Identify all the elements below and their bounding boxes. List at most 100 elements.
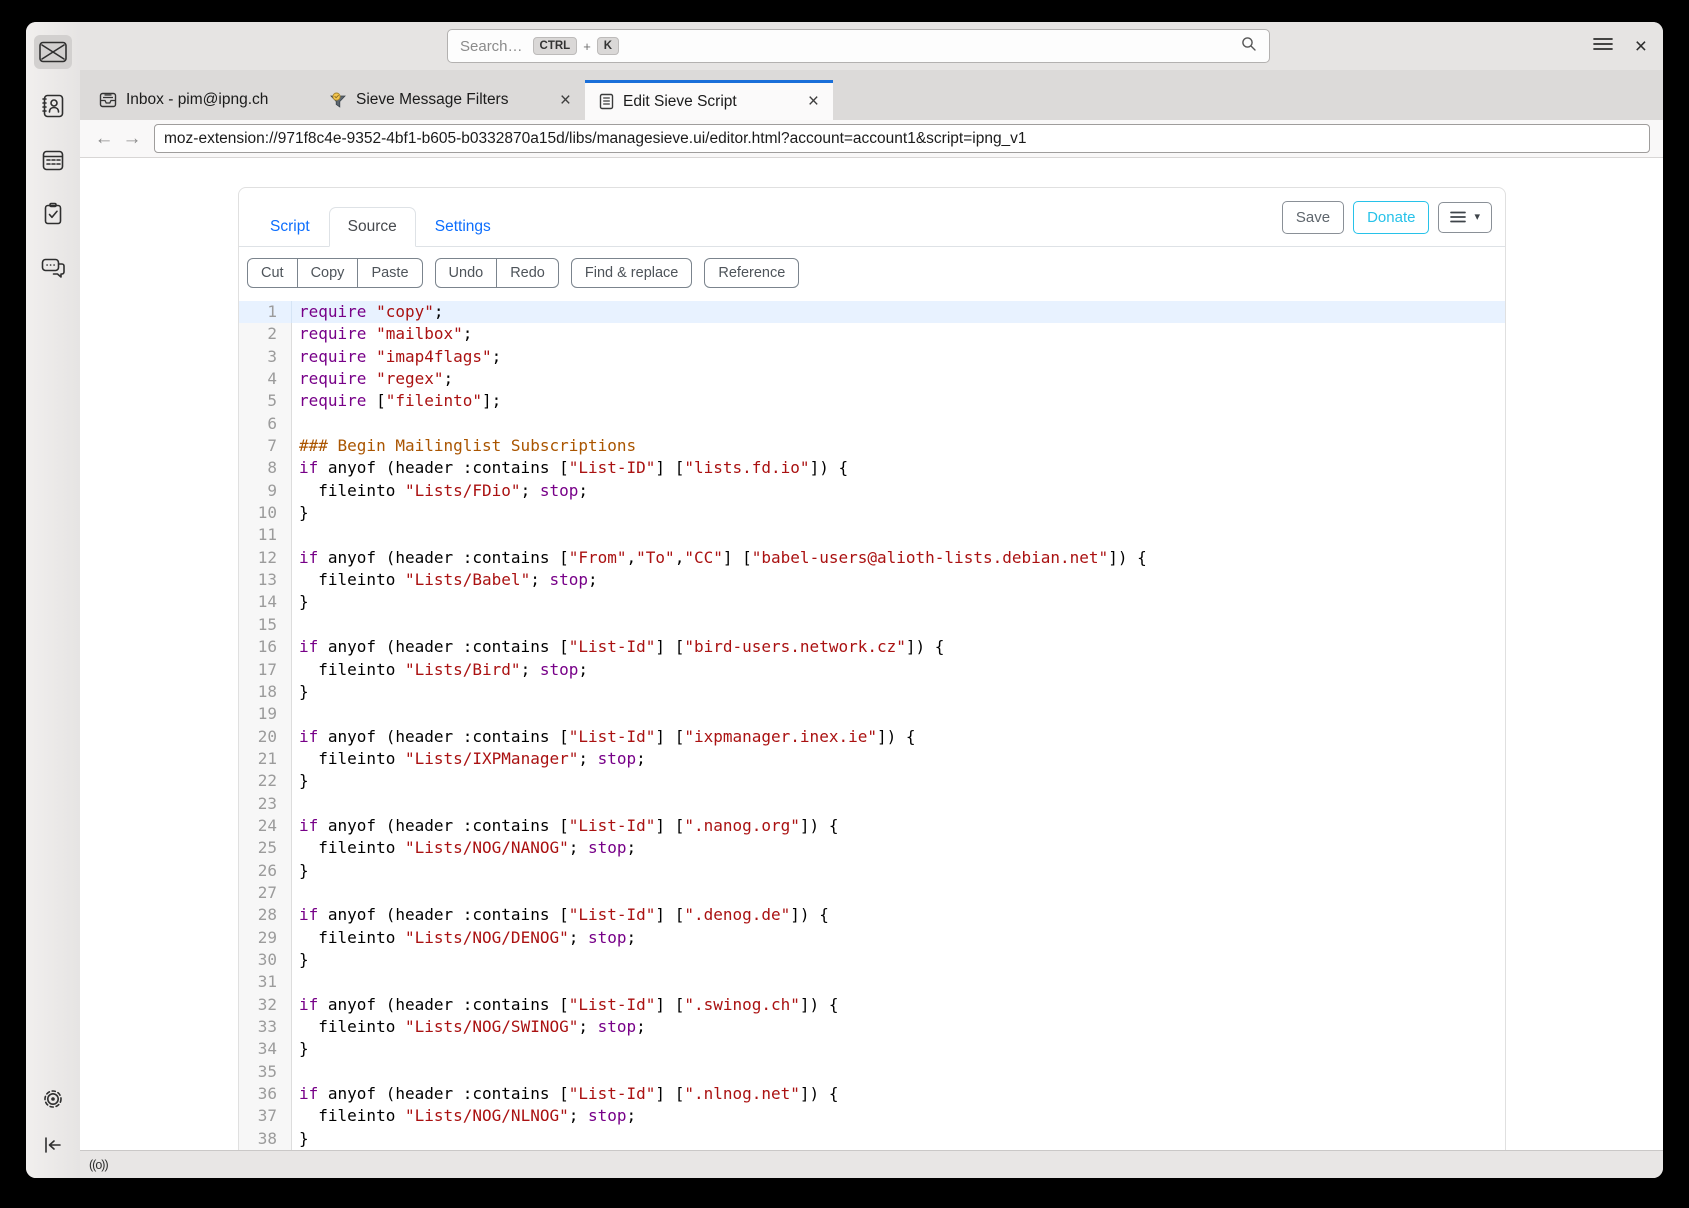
code-line[interactable]: 15 [239, 614, 1505, 636]
code-line[interactable]: 8if anyof (header :contains ["List-ID"] … [239, 457, 1505, 479]
line-number: 17 [239, 659, 292, 681]
code-line[interactable]: 21 fileinto "Lists/IXPManager"; stop; [239, 748, 1505, 770]
code-line[interactable]: 27 [239, 882, 1505, 904]
editor-menu-button[interactable]: ▾ [1438, 202, 1492, 233]
line-number: 33 [239, 1016, 292, 1038]
code-line[interactable]: 4require "regex"; [239, 368, 1505, 390]
code-line[interactable]: 30} [239, 949, 1505, 971]
line-number: 28 [239, 904, 292, 926]
code-text: require "imap4flags"; [292, 346, 501, 368]
tab-close-button[interactable]: × [808, 92, 819, 111]
line-number: 20 [239, 726, 292, 748]
line-number: 26 [239, 860, 292, 882]
code-line[interactable]: 17 fileinto "Lists/Bird"; stop; [239, 659, 1505, 681]
space-calendar-button[interactable] [34, 143, 72, 177]
copy-button[interactable]: Copy [298, 258, 359, 288]
code-editor[interactable]: 1require "copy";2require "mailbox";3requ… [239, 298, 1505, 1150]
status-bar: ((o)) [80, 1150, 1663, 1178]
code-line[interactable]: 7### Begin Mailinglist Subscriptions [239, 435, 1505, 457]
code-line[interactable]: 32if anyof (header :contains ["List-Id"]… [239, 994, 1505, 1016]
code-line[interactable]: 26} [239, 860, 1505, 882]
k-keycap: K [597, 37, 619, 56]
save-button[interactable]: Save [1282, 201, 1344, 234]
address-book-icon [40, 93, 66, 119]
redo-button[interactable]: Redo [497, 258, 559, 288]
calendar-icon [40, 147, 66, 173]
forward-button[interactable]: → [118, 128, 146, 150]
code-line[interactable]: 24if anyof (header :contains ["List-Id"]… [239, 815, 1505, 837]
editor-nav-tabs: Script Source Settings [251, 207, 510, 247]
code-line[interactable]: 5require ["fileinto"]; [239, 390, 1505, 412]
space-chat-button[interactable] [34, 251, 72, 285]
ctrl-keycap: CTRL [533, 37, 578, 56]
undo-button[interactable]: Undo [435, 258, 498, 288]
line-number: 37 [239, 1105, 292, 1127]
code-line[interactable]: 19 [239, 703, 1505, 725]
tab-sieve-filters[interactable]: Sieve Message Filters × [315, 80, 585, 120]
space-addressbook-button[interactable] [34, 89, 72, 123]
window-close-button[interactable]: × [1635, 36, 1647, 57]
tab-edit-sieve-script[interactable]: Edit Sieve Script × [585, 80, 833, 120]
tab-source[interactable]: Source [329, 207, 416, 247]
code-line[interactable]: 29 fileinto "Lists/NOG/DENOG"; stop; [239, 927, 1505, 949]
code-line[interactable]: 6 [239, 413, 1505, 435]
url-input[interactable]: moz-extension://971f8c4e-9352-4bf1-b605-… [154, 124, 1650, 153]
gear-icon [40, 1086, 66, 1112]
space-mail-button[interactable] [34, 35, 72, 69]
line-number: 16 [239, 636, 292, 658]
donate-button[interactable]: Donate [1353, 201, 1429, 234]
document-icon [599, 93, 614, 110]
code-line[interactable]: 25 fileinto "Lists/NOG/NANOG"; stop; [239, 837, 1505, 859]
editor-toolbar: Cut Copy Paste Undo Redo Find & replace … [239, 247, 1505, 298]
code-line[interactable]: 12if anyof (header :contains ["From","To… [239, 547, 1505, 569]
code-line[interactable]: 11 [239, 524, 1505, 546]
code-line[interactable]: 31 [239, 971, 1505, 993]
code-line[interactable]: 34} [239, 1038, 1505, 1060]
code-line[interactable]: 16if anyof (header :contains ["List-Id"]… [239, 636, 1505, 658]
code-lines: 1require "copy";2require "mailbox";3requ… [239, 301, 1505, 1150]
app-menu-button[interactable] [1593, 37, 1613, 56]
global-search-input[interactable]: Search… CTRL + K [447, 29, 1270, 63]
code-line[interactable]: 36if anyof (header :contains ["List-Id"]… [239, 1083, 1505, 1105]
code-line[interactable]: 18} [239, 681, 1505, 703]
code-line[interactable]: 10} [239, 502, 1505, 524]
code-line[interactable]: 37 fileinto "Lists/NOG/NLNOG"; stop; [239, 1105, 1505, 1127]
line-number: 12 [239, 547, 292, 569]
tab-close-button[interactable]: × [560, 91, 571, 110]
back-button[interactable]: ← [90, 128, 118, 150]
code-line[interactable]: 22} [239, 770, 1505, 792]
code-line[interactable]: 20if anyof (header :contains ["List-Id"]… [239, 726, 1505, 748]
reference-button[interactable]: Reference [704, 258, 799, 288]
find-replace-button[interactable]: Find & replace [571, 258, 693, 288]
code-text: } [292, 1128, 309, 1150]
line-number: 27 [239, 882, 292, 904]
settings-gear-button[interactable] [34, 1082, 72, 1116]
paste-button[interactable]: Paste [358, 258, 422, 288]
tab-bar: Inbox - pim@ipng.ch Sieve Message Filter… [80, 70, 1663, 120]
tab-label: Edit Sieve Script [623, 93, 737, 111]
code-line[interactable]: 1require "copy"; [239, 301, 1505, 323]
code-line[interactable]: 14} [239, 591, 1505, 613]
main-area: Search… CTRL + K × [80, 22, 1663, 1178]
find-group: Find & replace [571, 258, 693, 288]
code-text: if anyof (header :contains ["List-Id"] [… [292, 726, 916, 748]
mail-icon [38, 40, 68, 64]
code-line[interactable]: 2require "mailbox"; [239, 323, 1505, 345]
collapse-spaces-button[interactable] [34, 1128, 72, 1162]
code-line[interactable]: 3require "imap4flags"; [239, 346, 1505, 368]
line-number: 11 [239, 524, 292, 546]
tab-label: Inbox - pim@ipng.ch [126, 91, 268, 109]
tab-settings[interactable]: Settings [416, 207, 510, 247]
code-line[interactable]: 23 [239, 793, 1505, 815]
code-line[interactable]: 9 fileinto "Lists/FDio"; stop; [239, 480, 1505, 502]
tab-inbox[interactable]: Inbox - pim@ipng.ch [85, 80, 315, 120]
code-line[interactable]: 33 fileinto "Lists/NOG/SWINOG"; stop; [239, 1016, 1505, 1038]
code-line[interactable]: 38} [239, 1128, 1505, 1150]
cut-button[interactable]: Cut [247, 258, 298, 288]
code-line[interactable]: 35 [239, 1061, 1505, 1083]
code-line[interactable]: 13 fileinto "Lists/Babel"; stop; [239, 569, 1505, 591]
code-line[interactable]: 28if anyof (header :contains ["List-Id"]… [239, 904, 1505, 926]
space-tasks-button[interactable] [34, 197, 72, 231]
code-text [292, 413, 299, 435]
tab-script[interactable]: Script [251, 207, 329, 247]
